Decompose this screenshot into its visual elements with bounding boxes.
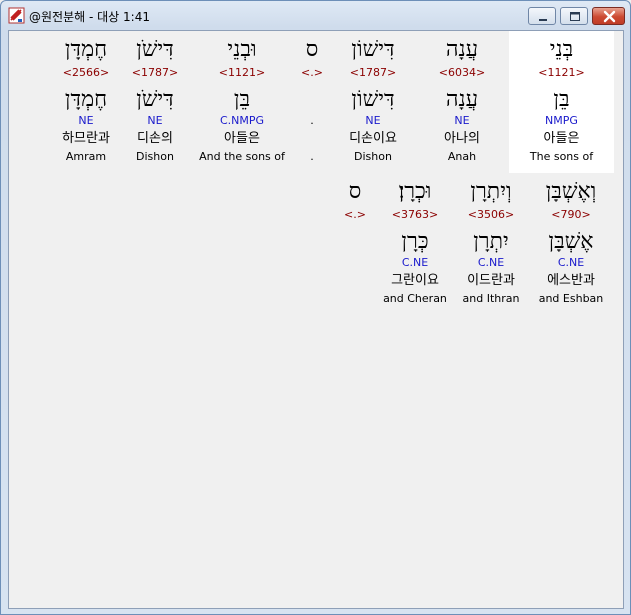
word-cell[interactable]: וּבְנֵי <1121> בֵּן C.NMPG 아들은 And the s… bbox=[194, 31, 290, 173]
title-bar[interactable]: @원전분해 - 대상 1:41 bbox=[1, 1, 630, 29]
korean-gloss: 디손의 bbox=[137, 131, 173, 146]
strong-number[interactable]: <1121> bbox=[194, 66, 290, 79]
hebrew-word: חֶמְדָּן bbox=[64, 37, 108, 62]
korean-gloss: 디손이요 bbox=[349, 131, 397, 146]
word-cell[interactable]: חֶמְדָּן <2566> חֶמְדָּן NE 하므란과 Amram bbox=[51, 31, 121, 173]
strong-number[interactable]: <3506> bbox=[453, 208, 529, 221]
english-gloss: and Cheran bbox=[383, 292, 447, 305]
word-cell[interactable]: ס <.> . . bbox=[292, 31, 332, 173]
morphology: NMPG bbox=[545, 114, 578, 127]
english-gloss: Dishon bbox=[136, 150, 174, 163]
morphology: NE bbox=[454, 114, 470, 127]
english-gloss: Anah bbox=[447, 150, 477, 163]
hebrew-root: אֶשְׁבָּן bbox=[548, 229, 594, 254]
hebrew-root: דִּישׁוֹן bbox=[351, 87, 395, 112]
strong-number[interactable]: <6034> bbox=[422, 66, 502, 79]
morphology: C.NE bbox=[557, 256, 585, 269]
korean-gloss: 에스반과 bbox=[547, 273, 595, 288]
hebrew-word: וּכְרָן׃ bbox=[398, 179, 432, 204]
strong-number[interactable]: <.> bbox=[335, 208, 375, 221]
english-gloss: Amram bbox=[65, 150, 107, 163]
strong-number[interactable]: <2566> bbox=[51, 66, 121, 79]
hebrew-word: וְאֶשְׁבָּן bbox=[545, 179, 597, 204]
morphology: C.NMPG bbox=[219, 114, 265, 127]
korean-gloss: 아들은 bbox=[543, 131, 580, 146]
korean-gloss: 아들은 bbox=[224, 131, 260, 146]
korean-gloss: 하므란과 bbox=[62, 131, 110, 146]
english-gloss: and Ithran bbox=[462, 292, 520, 305]
strong-number[interactable]: <3763> bbox=[377, 208, 453, 221]
english-gloss: Dishon bbox=[354, 150, 392, 163]
english-gloss: . bbox=[310, 150, 314, 163]
app-icon bbox=[8, 7, 25, 24]
close-icon bbox=[603, 10, 616, 23]
hebrew-root: יִתְרָן bbox=[473, 229, 509, 254]
korean-gloss: 이드란과 bbox=[467, 273, 515, 288]
korean-gloss: 그란이요 bbox=[391, 273, 439, 288]
english-gloss: And the sons of bbox=[199, 150, 285, 163]
maximize-button[interactable] bbox=[560, 7, 588, 25]
strong-number[interactable]: <1787> bbox=[122, 66, 188, 79]
morphology: . bbox=[310, 114, 314, 127]
word-cell[interactable]: עֲנָה <6034> עֲנָה NE 아나의 Anah bbox=[422, 31, 502, 173]
hebrew-word: ס bbox=[348, 179, 362, 204]
hebrew-word: דִּישׁוֹן bbox=[351, 37, 395, 62]
word-cell[interactable]: דִּישׁוֹן <1787> דִּישׁוֹן NE 디손이요 Disho… bbox=[333, 31, 413, 173]
word-cell[interactable]: דִּישֹׁן <1787> דִּישֹׁן NE 디손의 Dishon bbox=[122, 31, 188, 173]
hebrew-word: בְּנֵי bbox=[549, 37, 574, 62]
english-gloss: and Eshban bbox=[538, 292, 604, 305]
close-button[interactable] bbox=[592, 7, 625, 25]
strong-number[interactable]: <790> bbox=[531, 208, 611, 221]
maximize-icon bbox=[570, 12, 580, 21]
morphology: C.NE bbox=[477, 256, 505, 269]
hebrew-word: עֲנָה bbox=[445, 37, 479, 62]
hebrew-word: וּבְנֵי bbox=[227, 37, 257, 62]
strong-number[interactable]: <1121> bbox=[509, 66, 614, 79]
interlinear-view: בְּנֵי <1121> בֵּן NMPG 아들은 The sons of … bbox=[8, 30, 624, 609]
hebrew-root: עֲנָה bbox=[445, 87, 479, 112]
word-cell[interactable]: וּכְרָן׃ <3763> כְּרָן C.NE 그란이요 and Che… bbox=[377, 174, 453, 314]
morphology: NE bbox=[365, 114, 381, 127]
hebrew-root: בֵּן bbox=[233, 87, 251, 112]
minimize-button[interactable] bbox=[528, 7, 556, 25]
minimize-icon bbox=[539, 19, 547, 21]
word-cell[interactable]: וְאֶשְׁבָּן <790> אֶשְׁבָּן C.NE 에스반과 an… bbox=[531, 174, 611, 314]
korean-gloss: 아나의 bbox=[444, 131, 480, 146]
morphology: NE bbox=[147, 114, 163, 127]
hebrew-word: ס bbox=[305, 37, 319, 62]
morphology: NE bbox=[78, 114, 94, 127]
hebrew-root: בֵּן bbox=[553, 87, 570, 112]
hebrew-word: וְיִתְרָן bbox=[470, 179, 512, 204]
strong-number[interactable]: <1787> bbox=[333, 66, 413, 79]
word-cell[interactable]: וְיִתְרָן <3506> יִתְרָן C.NE 이드란과 and I… bbox=[453, 174, 529, 314]
english-gloss: The sons of bbox=[529, 150, 594, 163]
hebrew-word: דִּישֹׁן bbox=[136, 37, 174, 62]
morphology: C.NE bbox=[401, 256, 429, 269]
word-cell[interactable]: בְּנֵי <1121> בֵּן NMPG 아들은 The sons of bbox=[509, 31, 614, 173]
app-window: @원전분해 - 대상 1:41 בְּנֵי <1121> בֵּן NMPG … bbox=[0, 0, 631, 615]
hebrew-root: חֶמְדָּן bbox=[64, 87, 108, 112]
hebrew-root: כְּרָן bbox=[401, 229, 429, 254]
word-cell[interactable]: ס <.> bbox=[335, 174, 375, 314]
hebrew-root: דִּישֹׁן bbox=[136, 87, 174, 112]
window-title: @원전분해 - 대상 1:41 bbox=[29, 10, 150, 24]
strong-number[interactable]: <.> bbox=[292, 66, 332, 79]
